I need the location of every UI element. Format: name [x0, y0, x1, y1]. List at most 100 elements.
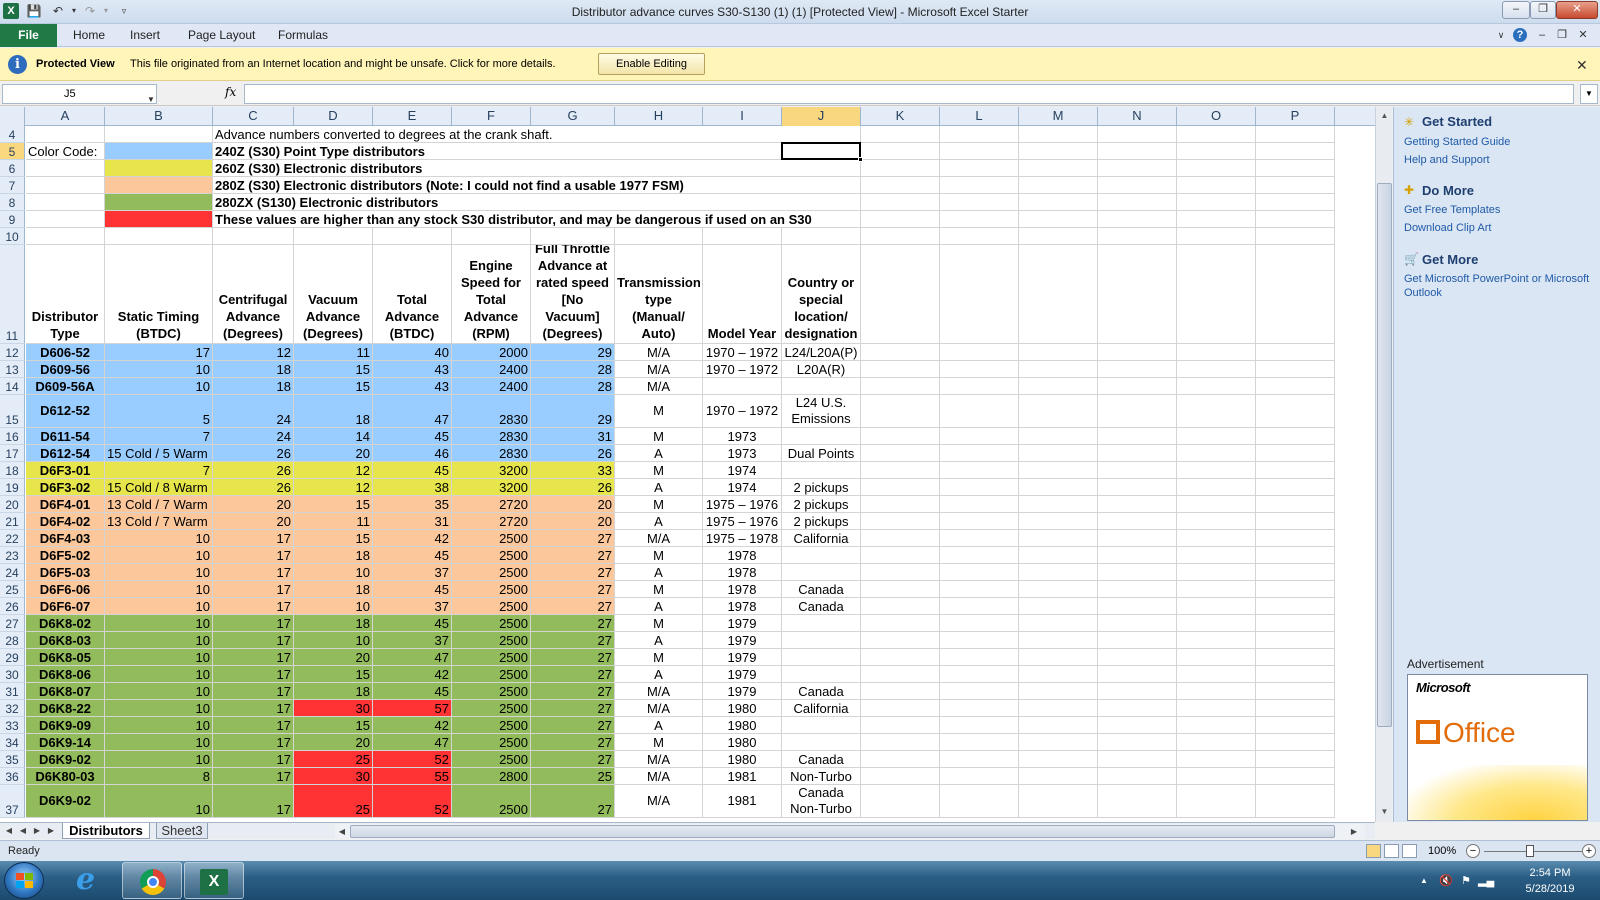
- table-cell[interactable]: 17: [213, 768, 294, 785]
- table-cell[interactable]: 30: [294, 700, 373, 717]
- table-cell[interactable]: 52: [373, 751, 452, 768]
- table-cell[interactable]: 1981: [703, 785, 782, 818]
- table-cell[interactable]: 27: [531, 632, 615, 649]
- table-cell[interactable]: 1979: [703, 632, 782, 649]
- table-cell[interactable]: 10: [105, 734, 213, 751]
- legend-swatch-yellow[interactable]: [105, 160, 213, 177]
- table-cell[interactable]: 15: [294, 378, 373, 395]
- table-cell[interactable]: M/A: [615, 361, 703, 378]
- cell-row10[interactable]: [213, 228, 294, 245]
- close-icon[interactable]: ✕: [1576, 57, 1588, 74]
- table-header[interactable]: Total Advance (BTDC): [373, 245, 452, 344]
- table-cell[interactable]: A: [615, 598, 703, 615]
- workbook-close-icon[interactable]: ✕: [1576, 28, 1590, 42]
- distributor-type-cell[interactable]: D6K9-02: [26, 751, 105, 768]
- table-cell[interactable]: 24: [213, 395, 294, 428]
- table-cell[interactable]: Canada: [782, 581, 861, 598]
- minimize-ribbon-icon[interactable]: ∨: [1494, 28, 1508, 42]
- table-cell[interactable]: 46: [373, 445, 452, 462]
- select-all-corner[interactable]: [0, 107, 25, 126]
- cell-a4[interactable]: [26, 126, 105, 143]
- table-cell[interactable]: 10: [294, 632, 373, 649]
- table-cell[interactable]: 10: [105, 361, 213, 378]
- table-cell[interactable]: 20: [213, 513, 294, 530]
- table-cell[interactable]: 1980: [703, 751, 782, 768]
- insert-function-icon[interactable]: fx: [225, 85, 236, 99]
- table-cell[interactable]: [703, 378, 782, 395]
- table-cell[interactable]: 28: [531, 378, 615, 395]
- table-cell[interactable]: 15 Cold / 5 Warm: [105, 445, 213, 462]
- row-header-15[interactable]: 15: [0, 395, 25, 428]
- row-header-33[interactable]: 33: [0, 717, 25, 734]
- column-header-l[interactable]: L: [940, 107, 1019, 126]
- table-cell[interactable]: 17: [213, 751, 294, 768]
- table-cell[interactable]: 27: [531, 530, 615, 547]
- table-cell[interactable]: 25: [531, 768, 615, 785]
- zoom-out-icon[interactable]: −: [1466, 844, 1480, 858]
- table-cell[interactable]: 18: [213, 361, 294, 378]
- table-cell[interactable]: [782, 632, 861, 649]
- table-cell[interactable]: M: [615, 734, 703, 751]
- table-cell[interactable]: 2500: [452, 683, 531, 700]
- distributor-type-cell[interactable]: D6F3-02: [26, 479, 105, 496]
- table-cell[interactable]: 2500: [452, 632, 531, 649]
- distributor-type-cell[interactable]: D6K8-06: [26, 666, 105, 683]
- table-cell[interactable]: 15: [294, 496, 373, 513]
- vertical-scrollbar[interactable]: ▲ ▼: [1375, 107, 1392, 822]
- cell-row10[interactable]: [782, 228, 861, 245]
- table-cell[interactable]: 11: [294, 344, 373, 361]
- row-header-27[interactable]: 27: [0, 615, 25, 632]
- taskbar-internet-explorer[interactable]: e: [60, 862, 120, 899]
- row-header-19[interactable]: 19: [0, 479, 25, 496]
- distributor-type-cell[interactable]: D612-52: [26, 395, 105, 428]
- table-cell[interactable]: [782, 649, 861, 666]
- last-sheet-icon[interactable]: ▶: [45, 824, 57, 838]
- table-cell[interactable]: 27: [531, 649, 615, 666]
- prev-sheet-icon[interactable]: ◀: [17, 824, 29, 838]
- table-header[interactable]: Model Year: [703, 245, 782, 344]
- table-cell[interactable]: 17: [105, 344, 213, 361]
- distributor-type-cell[interactable]: D606-52: [26, 344, 105, 361]
- network-icon[interactable]: ▂▄: [1478, 873, 1494, 889]
- scroll-right-icon[interactable]: ▶: [1348, 825, 1360, 839]
- table-cell[interactable]: 17: [213, 666, 294, 683]
- table-cell[interactable]: 1975 – 1976: [703, 513, 782, 530]
- action-center-icon[interactable]: ⚑: [1458, 873, 1474, 889]
- table-cell[interactable]: 27: [531, 683, 615, 700]
- distributor-type-cell[interactable]: D6K9-14: [26, 734, 105, 751]
- column-header-p[interactable]: P: [1256, 107, 1335, 126]
- table-cell[interactable]: 1980: [703, 717, 782, 734]
- column-header-n[interactable]: N: [1098, 107, 1177, 126]
- table-cell[interactable]: 10: [294, 598, 373, 615]
- table-cell[interactable]: 10: [105, 547, 213, 564]
- help-icon[interactable]: ?: [1513, 28, 1527, 42]
- table-cell[interactable]: 10: [105, 530, 213, 547]
- table-cell[interactable]: M: [615, 462, 703, 479]
- row-header-17[interactable]: 17: [0, 445, 25, 462]
- table-cell[interactable]: 52: [373, 785, 452, 818]
- column-header-e[interactable]: E: [373, 107, 452, 126]
- table-cell[interactable]: 2400: [452, 361, 531, 378]
- table-cell[interactable]: 43: [373, 361, 452, 378]
- table-cell[interactable]: 1978: [703, 547, 782, 564]
- table-cell[interactable]: 10: [105, 666, 213, 683]
- distributor-type-cell[interactable]: D6F5-02: [26, 547, 105, 564]
- table-cell[interactable]: 10: [105, 632, 213, 649]
- table-cell[interactable]: M: [615, 395, 703, 428]
- table-cell[interactable]: [782, 428, 861, 445]
- table-cell[interactable]: 2720: [452, 496, 531, 513]
- row-header-9[interactable]: 9: [0, 211, 25, 228]
- formula-input[interactable]: [244, 84, 1574, 104]
- table-cell[interactable]: 29: [531, 395, 615, 428]
- table-cell[interactable]: M: [615, 649, 703, 666]
- table-cell[interactable]: 10: [105, 683, 213, 700]
- table-cell[interactable]: 18: [294, 547, 373, 564]
- distributor-type-cell[interactable]: D609-56: [26, 361, 105, 378]
- table-cell[interactable]: 17: [213, 581, 294, 598]
- distributor-type-cell[interactable]: D612-54: [26, 445, 105, 462]
- table-cell[interactable]: 45: [373, 462, 452, 479]
- protected-view-message[interactable]: This file originated from an Internet lo…: [130, 58, 556, 70]
- legend-text-green[interactable]: 280ZX (S130) Electronic distributors: [213, 194, 861, 211]
- table-cell[interactable]: 42: [373, 530, 452, 547]
- row-header-22[interactable]: 22: [0, 530, 25, 547]
